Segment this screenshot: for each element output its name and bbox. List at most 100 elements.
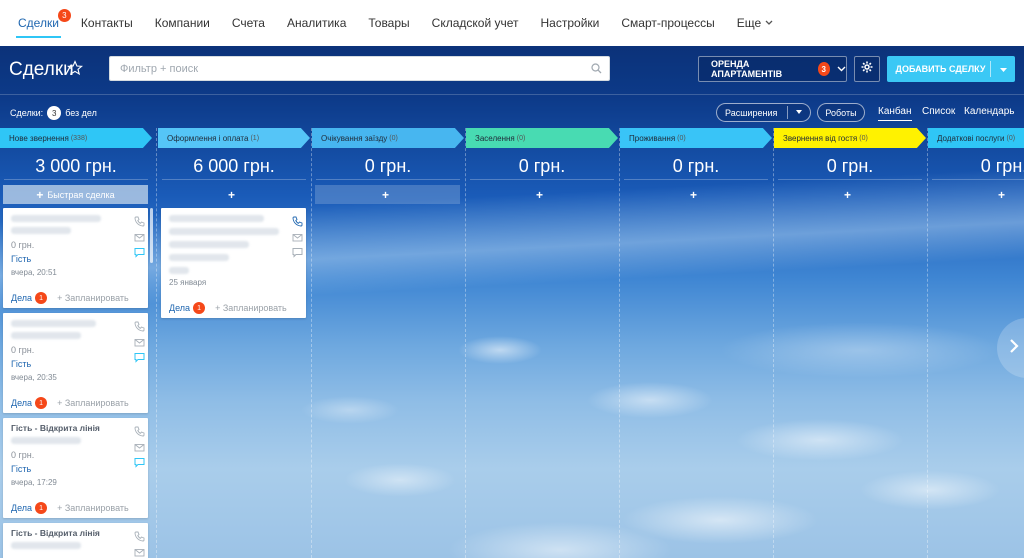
add-deal-plus-button[interactable]: +	[161, 185, 306, 204]
card-footer: Дела 1 + Запланировать	[11, 502, 129, 514]
deal-card[interactable]: 25 января Дела 1 + Запланировать	[161, 208, 306, 318]
phone-icon[interactable]	[134, 529, 145, 542]
category-badge: 3	[817, 62, 830, 76]
card-deals-link[interactable]: Дела	[11, 293, 32, 303]
extensions-button[interactable]: Расширения	[716, 103, 811, 122]
card-client-link[interactable]: Гість	[11, 254, 31, 264]
chat-icon[interactable]	[134, 350, 145, 363]
nav-item-settings[interactable]: Настройки	[539, 0, 602, 46]
mail-icon[interactable]	[134, 545, 145, 557]
nav-item-label: Счета	[231, 16, 265, 30]
chat-icon[interactable]	[134, 245, 145, 258]
chevron-down-icon	[837, 63, 846, 75]
stage-count: (338)	[70, 134, 88, 142]
phone-icon[interactable]	[134, 319, 145, 332]
nav-item-smart-processes[interactable]: Смарт-процессы	[619, 0, 716, 46]
card-plan-link[interactable]: + Запланировать	[57, 293, 129, 303]
divider	[470, 179, 614, 180]
quick-deal-button[interactable]: + Быстрая сделка	[3, 185, 148, 204]
blurred-subtitle	[11, 542, 81, 549]
card-plan-link[interactable]: + Запланировать	[57, 503, 129, 513]
nav-item-warehouse[interactable]: Складской учет	[430, 0, 521, 46]
card-deals-link[interactable]: Дела	[11, 398, 32, 408]
view-tab-list[interactable]: Список	[922, 106, 955, 117]
add-deal-plus-button[interactable]: +	[315, 185, 460, 204]
card-plan-link[interactable]: + Запланировать	[215, 303, 287, 313]
add-deal-plus-button[interactable]: +	[931, 185, 1024, 204]
mail-icon[interactable]	[134, 335, 145, 347]
card-client-link[interactable]: Гість	[11, 359, 31, 369]
search-input[interactable]	[110, 57, 583, 80]
deal-card[interactable]: 0 грн. Гість вчера, 20:35 Дела 1 + Запла…	[3, 313, 148, 413]
plus-icon: +	[689, 187, 697, 202]
stage-header[interactable]: Звернення від гостя (0)	[774, 128, 926, 148]
add-deal-plus-button[interactable]: +	[777, 185, 922, 204]
search-box[interactable]	[109, 56, 610, 81]
star-icon[interactable]	[66, 60, 84, 81]
card-deals-link[interactable]: Дела	[11, 503, 32, 513]
kanban-board: Нове звернення (338) 3 000 грн. + Быстра…	[0, 128, 1024, 558]
stage-count: (0)	[1006, 134, 1016, 142]
plus-icon: +	[36, 187, 44, 202]
card-deals-link[interactable]: Дела	[169, 303, 190, 313]
mail-icon[interactable]	[134, 440, 145, 452]
view-tab-kanban[interactable]: Канбан	[878, 106, 912, 121]
plus-icon: +	[227, 187, 235, 202]
nav-item-products[interactable]: Товары	[366, 0, 411, 46]
search-icon[interactable]	[583, 57, 609, 80]
chat-icon[interactable]	[134, 455, 145, 468]
nav-item-companies[interactable]: Компании	[153, 0, 212, 46]
view-tab-calendar[interactable]: Календарь	[964, 106, 1014, 117]
deal-card[interactable]: Гість - Відкрита лінія	[3, 523, 148, 558]
nav-item-analytics[interactable]: Аналитика	[285, 0, 348, 46]
stage-header[interactable]: Нове звернення (338)	[0, 128, 152, 148]
phone-icon[interactable]	[134, 424, 145, 437]
nav-item-more[interactable]: Еще	[735, 0, 775, 46]
stage-sum: 0 грн.	[364, 156, 412, 176]
card-plan-link[interactable]: + Запланировать	[57, 398, 129, 408]
card-title-link[interactable]: Гість - Відкрита лінія	[11, 528, 100, 538]
add-deal-plus-button[interactable]: +	[469, 185, 614, 204]
nav-item-label: Настройки	[540, 16, 600, 30]
robots-button[interactable]: Роботы	[817, 103, 865, 122]
deal-card[interactable]: 0 грн. Гість вчера, 20:51 Дела 1 + Запла…	[3, 208, 148, 308]
nav-item-deals[interactable]: Сделки 3	[16, 0, 71, 46]
mail-icon[interactable]	[292, 230, 303, 242]
deal-card[interactable]: Гість - Відкрита лінія 0 грн. Гість вчер…	[3, 418, 148, 518]
stage-header[interactable]: Оформлення і оплата (1)	[158, 128, 310, 148]
card-sum: 0 грн.	[11, 345, 35, 355]
stage-header[interactable]: Додаткові послуги (0)	[928, 128, 1024, 148]
settings-button[interactable]	[854, 56, 880, 82]
card-title-link[interactable]: Гість - Відкрита лінія	[11, 423, 100, 433]
plus-icon: +	[535, 187, 543, 202]
divider	[4, 179, 148, 180]
nav-item-contacts[interactable]: Контакты	[79, 0, 135, 46]
caret-down-icon[interactable]	[788, 109, 810, 116]
phone-icon[interactable]	[134, 214, 145, 227]
kanban-column: Оформлення і оплата (1) 6 000 грн. + 25 …	[158, 128, 312, 558]
page-header: Сделки ОРЕНДА АПАРТАМЕНТІВ 3 ДОБАВИТЬ СД…	[0, 46, 1024, 94]
phone-icon[interactable]	[292, 214, 303, 227]
stage-header[interactable]: Заселення (0)	[466, 128, 618, 148]
stage-sum: 3 000 грн.	[35, 156, 117, 176]
nav-item-label: Аналитика	[286, 16, 347, 30]
blurred-subtitle	[11, 437, 81, 444]
nav-item-invoices[interactable]: Счета	[230, 0, 267, 46]
chat-icon[interactable]	[292, 245, 303, 258]
deals-counter-badge[interactable]: 3	[47, 106, 62, 120]
add-deal-plus-button[interactable]: +	[623, 185, 768, 204]
stage-header[interactable]: Очікування заїзду (0)	[312, 128, 464, 148]
stage-header[interactable]: Проживання (0)	[620, 128, 772, 148]
category-selector-button[interactable]: ОРЕНДА АПАРТАМЕНТІВ 3	[698, 56, 847, 82]
stage-count: (0)	[516, 134, 526, 142]
stage-sum: 0 грн.	[672, 156, 720, 176]
card-deals-badge: 1	[35, 292, 48, 304]
add-deal-button[interactable]: ДОБАВИТЬ СДЕЛКУ	[887, 56, 1015, 82]
card-footer: Дела 1 + Запланировать	[11, 292, 129, 304]
caret-down-icon[interactable]	[991, 65, 1015, 74]
column-scrollbar[interactable]	[150, 208, 153, 263]
mail-icon[interactable]	[134, 230, 145, 242]
stage-count: (0)	[677, 134, 686, 142]
top-navigation: Сделки 3 Контакты Компании Счета Аналити…	[0, 0, 1024, 46]
card-client-link[interactable]: Гість	[11, 464, 31, 474]
